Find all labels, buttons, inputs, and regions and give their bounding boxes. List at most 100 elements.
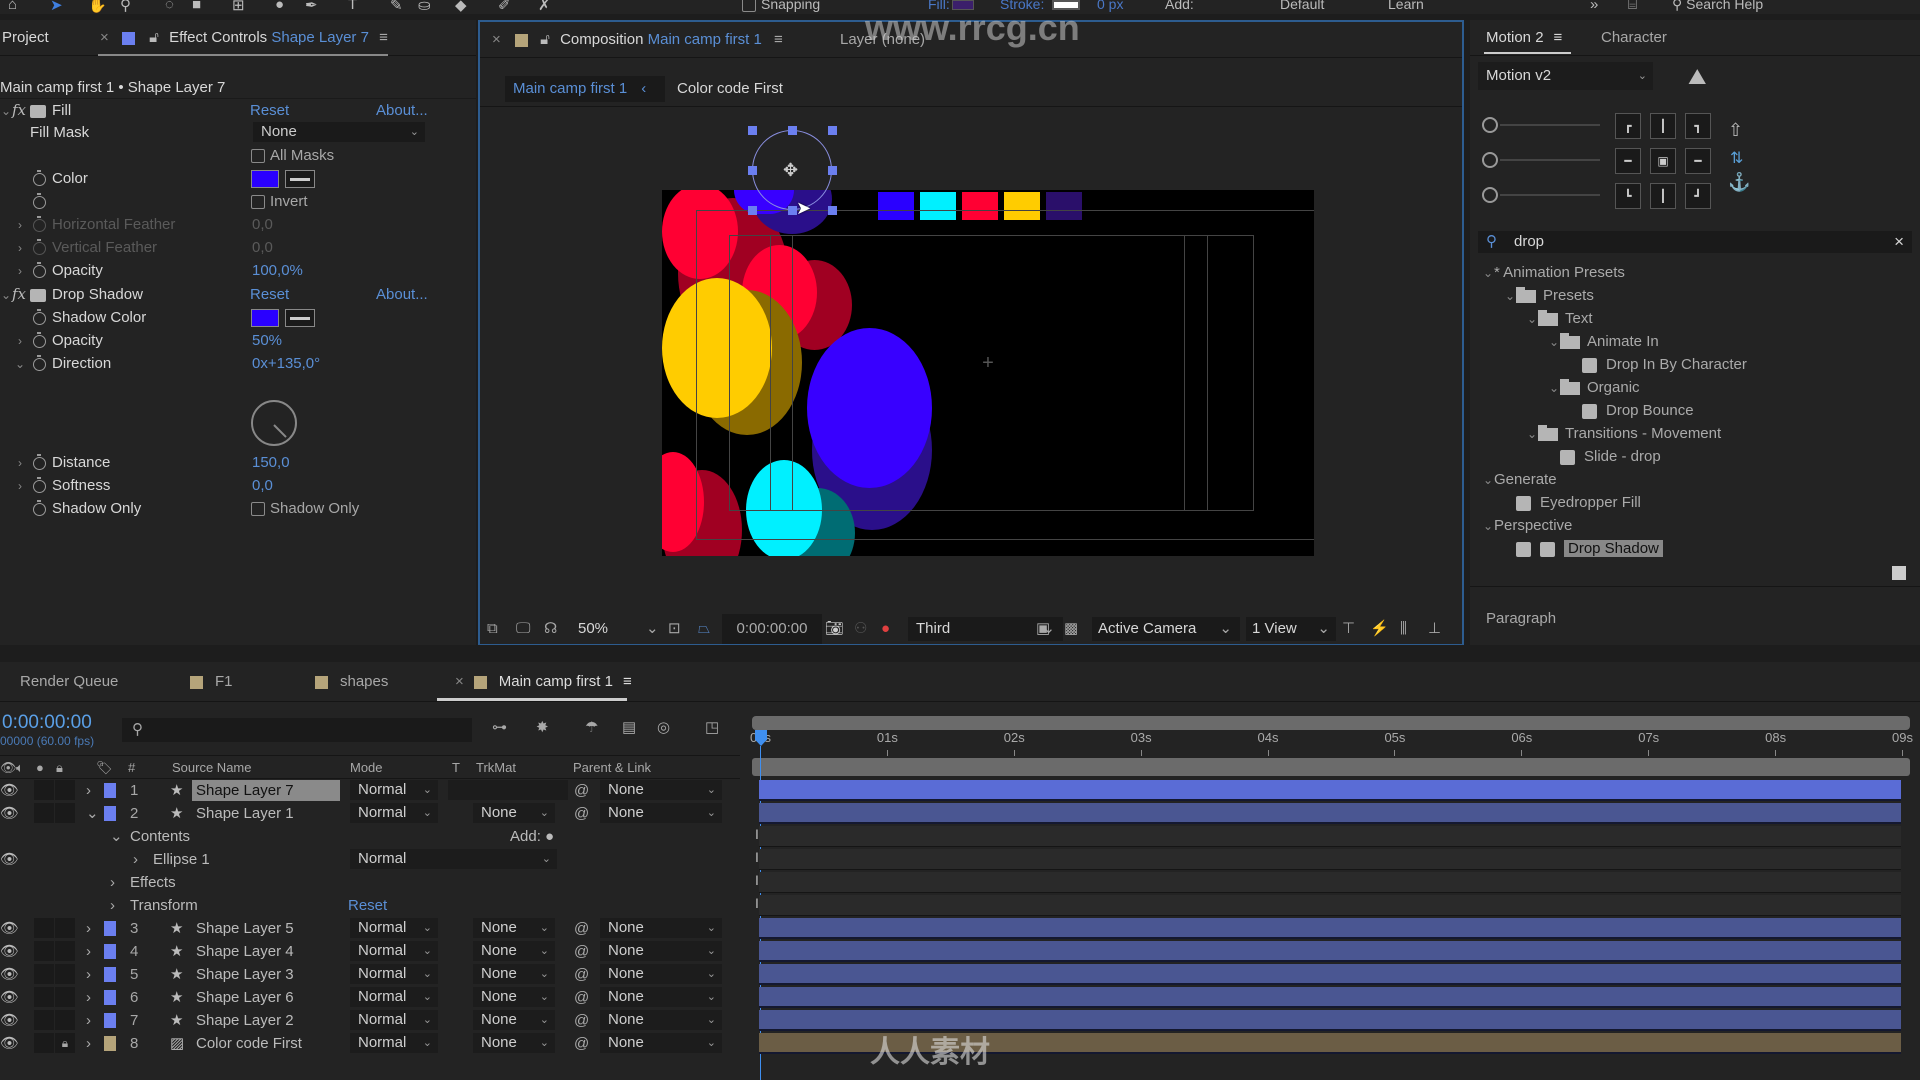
transparency-grid-icon[interactable]: ⏢: [698, 614, 710, 644]
breadcrumb-next[interactable]: Color code First: [677, 76, 783, 102]
view-layout-dropdown[interactable]: 1 View ⌄: [1246, 617, 1336, 641]
resize-handle[interactable]: [748, 126, 757, 135]
close-tab-icon[interactable]: ×: [100, 20, 109, 56]
chevron-right-icon[interactable]: ›: [14, 330, 26, 353]
home-icon[interactable]: ⌂: [8, 0, 17, 13]
slider-track[interactable]: [1500, 194, 1600, 196]
tab-composition[interactable]: 🔓︎ Composition Main camp first 1 ≡: [515, 22, 783, 58]
direction-value[interactable]: 0x+135,0°: [252, 352, 320, 375]
stopwatch-icon[interactable]: [33, 331, 46, 348]
layer-duration-bar[interactable]: [759, 803, 1901, 824]
resize-handle[interactable]: [828, 206, 837, 215]
anchor-position-button[interactable]: ┗: [1615, 183, 1641, 209]
swap-arrows-icon[interactable]: ⇅: [1730, 148, 1743, 168]
motion-version-dropdown[interactable]: Motion v2 ⌄: [1478, 62, 1653, 90]
layer-duration-bar[interactable]: [759, 964, 1901, 985]
stopwatch-icon[interactable]: [33, 169, 46, 186]
tree-item[interactable]: Slide - drop: [1470, 445, 1920, 468]
stopwatch-icon[interactable]: [33, 453, 46, 470]
layer-duration-bar[interactable]: [759, 918, 1901, 939]
composition-canvas[interactable]: +: [662, 190, 1314, 556]
show-snapshot-icon[interactable]: ⚇: [854, 614, 867, 644]
tree-item[interactable]: ⌄ Organic: [1470, 376, 1920, 399]
pixel-aspect-icon[interactable]: ⊤: [1342, 614, 1355, 644]
direction-dial[interactable]: [251, 400, 297, 446]
rect-mask-tool-icon[interactable]: ⊞: [232, 0, 245, 14]
fill-opacity-value[interactable]: 100,0%: [252, 259, 303, 282]
chevron-down-icon[interactable]: ⌄: [1526, 423, 1538, 446]
sync-settings-icon[interactable]: ⌸: [1628, 0, 1637, 13]
eyedropper-icon[interactable]: [285, 170, 315, 189]
shadow-opacity-value[interactable]: 50%: [252, 329, 282, 352]
fill-effect-header[interactable]: ⌄fx Fill Reset About...: [0, 98, 476, 121]
region-of-interest-icon[interactable]: ▣: [1036, 614, 1050, 644]
clear-search-icon[interactable]: ×: [1894, 232, 1904, 252]
zoom-tool-icon[interactable]: ⚲: [120, 0, 131, 14]
distance-value[interactable]: 150,0: [252, 451, 290, 474]
roto-brush-icon[interactable]: ✐: [498, 0, 511, 14]
resize-handle[interactable]: [748, 166, 757, 175]
tree-item[interactable]: Drop Bounce: [1470, 399, 1920, 422]
stopwatch-icon[interactable]: [33, 261, 46, 278]
anchor-position-button[interactable]: ▣: [1650, 148, 1676, 174]
puppet-tool-icon[interactable]: ✗: [538, 0, 551, 14]
anchor-position-button[interactable]: ┛: [1685, 183, 1711, 209]
fill-mask-dropdown[interactable]: None ⌄: [253, 122, 425, 142]
fx-icon[interactable]: fx: [12, 285, 26, 303]
shadow-color-swatch[interactable]: [251, 309, 279, 328]
tree-item[interactable]: ⌄ Text: [1470, 307, 1920, 330]
clone-stamp-tool-icon[interactable]: ⛀: [418, 0, 431, 14]
tree-item[interactable]: Drop In By Character: [1470, 353, 1920, 376]
toggle-transparency-grid-icon[interactable]: ▩: [1064, 614, 1078, 644]
drop-shadow-about-link[interactable]: About...: [376, 283, 428, 306]
stopwatch-icon[interactable]: [33, 499, 46, 516]
stopwatch-icon[interactable]: [33, 192, 46, 209]
panel-menu-icon[interactable]: ≡: [1554, 29, 1563, 46]
search-help-field[interactable]: ⚲ Search Help: [1672, 0, 1763, 13]
current-time-field[interactable]: 0:00:00:00: [722, 614, 822, 644]
slider-knob[interactable]: [1482, 117, 1498, 133]
panel-menu-icon[interactable]: ≡: [379, 29, 388, 46]
resize-handle[interactable]: [748, 206, 757, 215]
tab-motion[interactable]: Motion 2 ≡: [1486, 20, 1562, 56]
tab-effect-controls[interactable]: 🔓︎ Effect Controls Shape Layer 7 ≡: [122, 20, 388, 56]
invert-checkbox[interactable]: Invert: [251, 190, 308, 213]
slider-track[interactable]: [1500, 159, 1600, 161]
chevron-down-icon[interactable]: ⌄: [1526, 308, 1538, 331]
pen-tool-icon[interactable]: ✒: [305, 0, 318, 14]
resize-handle[interactable]: [828, 166, 837, 175]
flowchart-icon[interactable]: ⊥: [1428, 614, 1441, 644]
brush-tool-icon[interactable]: ✎: [390, 0, 403, 14]
monitor-icon[interactable]: 🖵︎: [516, 614, 530, 644]
rocket-icon[interactable]: ⇧: [1728, 120, 1743, 141]
eraser-tool-icon[interactable]: ◆: [455, 0, 467, 14]
tree-item[interactable]: ⌄ Animate In: [1470, 330, 1920, 353]
anchor-position-button[interactable]: ┃: [1650, 113, 1676, 139]
effects-search-field[interactable]: ⚲ drop ×: [1478, 231, 1912, 253]
anchor-icon[interactable]: ⚓: [1728, 172, 1750, 193]
chevron-right-icon[interactable]: ›: [14, 260, 26, 283]
stopwatch-icon[interactable]: [33, 354, 46, 371]
anchor-position-button[interactable]: ┓: [1685, 113, 1711, 139]
tree-item[interactable]: Eyedropper Fill: [1470, 491, 1920, 514]
anchor-position-button[interactable]: ━: [1615, 148, 1641, 174]
anchor-position-button[interactable]: ┏: [1615, 113, 1641, 139]
chevron-down-icon[interactable]: ⌄: [0, 284, 12, 307]
tab-project[interactable]: Project: [2, 20, 49, 56]
layer-duration-bar[interactable]: [759, 941, 1901, 962]
chevron-down-icon[interactable]: ⌄: [0, 100, 12, 123]
camera-dropdown[interactable]: Active Camera ⌄: [1092, 617, 1240, 641]
tree-item[interactable]: ⌄Perspective: [1470, 514, 1920, 537]
panel-menu-icon[interactable]: ≡: [774, 31, 783, 48]
chevron-down-icon[interactable]: ⌄: [1482, 469, 1494, 492]
close-tab-icon[interactable]: ×: [492, 22, 501, 58]
more-workspaces-icon[interactable]: »: [1590, 0, 1598, 13]
add-shape-button[interactable]: Add:: [1165, 0, 1194, 12]
layer-duration-bar[interactable]: [759, 780, 1901, 801]
slider-knob[interactable]: [1482, 152, 1498, 168]
fill-about-link[interactable]: About...: [376, 99, 428, 122]
channel-icon[interactable]: ●: [881, 614, 890, 644]
drop-shadow-reset-link[interactable]: Reset: [250, 283, 289, 306]
chevron-down-icon[interactable]: ⌄: [1548, 377, 1560, 400]
tree-item[interactable]: ⌄ Presets: [1470, 284, 1920, 307]
